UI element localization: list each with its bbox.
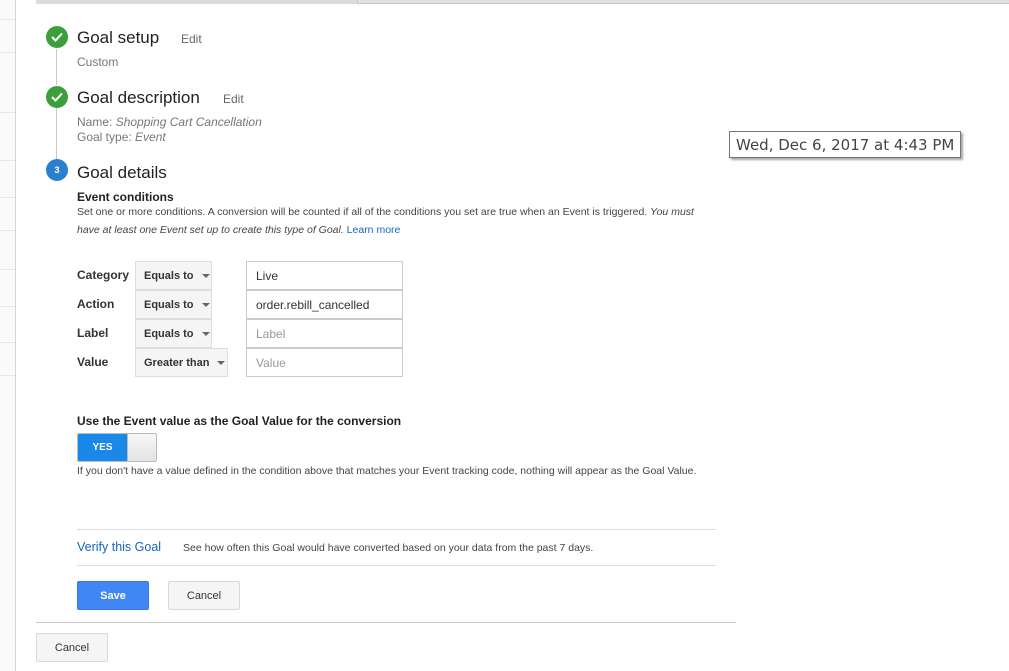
rail-divider bbox=[0, 342, 15, 343]
step-complete-check-icon bbox=[46, 86, 68, 108]
divider bbox=[77, 529, 716, 530]
toggle-knob bbox=[127, 434, 156, 461]
step-title-goal-details: Goal details bbox=[77, 163, 167, 182]
cancel-button[interactable]: Cancel bbox=[168, 581, 240, 610]
goal-value-toggle[interactable]: YES bbox=[77, 433, 157, 462]
timestamp-tooltip: Wed, Dec 6, 2017 at 4:43 PM bbox=[729, 131, 962, 158]
verify-goal-link[interactable]: Verify this Goal bbox=[77, 540, 161, 554]
goal-name-value: Shopping Cart Cancellation bbox=[115, 115, 262, 129]
rail-divider bbox=[0, 375, 15, 376]
goal-type-label: Goal type: bbox=[77, 130, 132, 144]
verify-goal-description: See how often this Goal would have conve… bbox=[183, 542, 594, 554]
label-input[interactable]: Label bbox=[246, 319, 403, 348]
left-rail bbox=[0, 0, 16, 671]
goal-setup-edit-link[interactable]: Edit bbox=[181, 32, 202, 46]
value-operator-select[interactable]: Greater than bbox=[135, 348, 228, 377]
label-operator-select[interactable]: Equals to bbox=[135, 319, 212, 348]
step-title-goal-description: Goal description bbox=[77, 88, 200, 107]
value-input[interactable]: Value bbox=[246, 348, 403, 377]
help-text-main: Set one or more conditions. A conversion… bbox=[77, 206, 648, 218]
step-title-goal-setup: Goal setup bbox=[77, 28, 160, 47]
toggle-on-label: YES bbox=[78, 434, 127, 461]
event-conditions-heading: Event conditions bbox=[77, 190, 174, 204]
rail-divider bbox=[0, 269, 15, 270]
event-conditions-help: Set one or more conditions. A conversion… bbox=[77, 203, 707, 239]
goal-value-note: If you don't have a value defined in the… bbox=[77, 465, 697, 477]
condition-label-category: Category bbox=[77, 268, 130, 282]
category-operator-select[interactable]: Equals to bbox=[135, 261, 212, 290]
outer-cancel-button[interactable]: Cancel bbox=[36, 633, 108, 662]
rail-divider bbox=[0, 52, 15, 53]
step-complete-check-icon bbox=[46, 26, 68, 48]
rail-divider bbox=[0, 112, 15, 113]
step-number-icon: 3 bbox=[46, 159, 68, 181]
top-tab-bar bbox=[36, 0, 1009, 4]
goal-type-line: Goal type: Event bbox=[77, 130, 166, 144]
operator-value: Equals to bbox=[144, 327, 194, 340]
action-input[interactable]: order.rebill_cancelled bbox=[246, 290, 403, 319]
condition-label-action: Action bbox=[77, 297, 115, 311]
top-tab-segment bbox=[36, 0, 358, 4]
dropdown-caret-icon bbox=[201, 273, 210, 278]
condition-label-label: Label bbox=[77, 326, 109, 340]
goal-setup-summary: Custom bbox=[77, 55, 119, 69]
goal-type-value: Event bbox=[135, 130, 166, 144]
rail-divider bbox=[0, 306, 15, 307]
operator-value: Equals to bbox=[144, 298, 194, 311]
step-connector bbox=[56, 108, 57, 160]
action-operator-select[interactable]: Equals to bbox=[135, 290, 212, 319]
operator-value: Greater than bbox=[144, 356, 210, 369]
rail-divider bbox=[0, 19, 15, 20]
goal-description-edit-link[interactable]: Edit bbox=[223, 92, 244, 106]
step-connector bbox=[56, 49, 57, 85]
divider bbox=[77, 565, 716, 566]
save-button[interactable]: Save bbox=[77, 581, 149, 610]
category-input[interactable]: Live bbox=[246, 261, 403, 290]
dropdown-caret-icon bbox=[201, 331, 210, 336]
goal-value-heading: Use the Event value as the Goal Value fo… bbox=[77, 414, 402, 428]
divider bbox=[36, 622, 736, 623]
goal-name-label: Name: bbox=[77, 115, 113, 129]
condition-label-value: Value bbox=[77, 355, 109, 369]
learn-more-link[interactable]: Learn more bbox=[347, 224, 401, 236]
rail-divider bbox=[0, 197, 15, 198]
goal-name-line: Name: Shopping Cart Cancellation bbox=[77, 115, 262, 129]
rail-divider bbox=[0, 160, 15, 161]
dropdown-caret-icon bbox=[217, 360, 226, 365]
dropdown-caret-icon bbox=[201, 302, 210, 307]
rail-divider bbox=[0, 230, 15, 231]
operator-value: Equals to bbox=[144, 269, 194, 282]
